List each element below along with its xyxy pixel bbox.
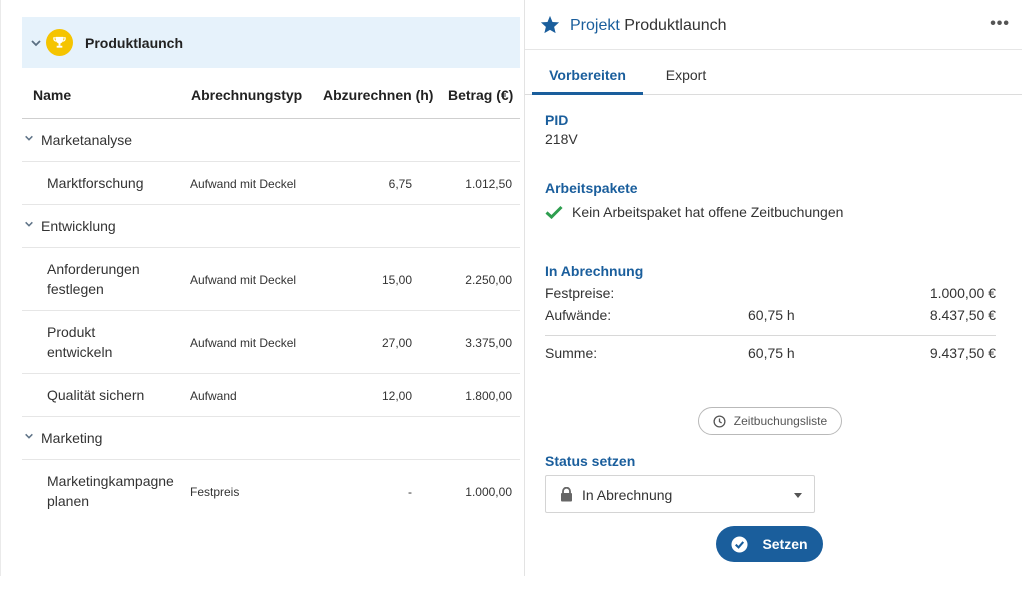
project-header[interactable]: Produktlaunch xyxy=(22,17,520,68)
pid-value: 218V xyxy=(545,131,578,147)
panel-title-name: Produktlaunch xyxy=(624,17,727,34)
clock-icon xyxy=(713,414,726,428)
set-status-button[interactable]: Setzen xyxy=(716,526,823,562)
table-row[interactable]: Produkt entwickeln Aufwand mit Deckel 27… xyxy=(22,311,520,374)
column-name[interactable]: Name xyxy=(33,87,71,103)
status-select-value: In Abrechnung xyxy=(582,487,673,503)
row-billing-type: Aufwand xyxy=(190,389,237,403)
row-billing-type: Festpreis xyxy=(190,485,240,499)
aufwaende-label: Aufwände: xyxy=(545,307,612,323)
tab-vorbereiten[interactable]: Vorbereiten xyxy=(532,50,643,95)
table-header: Name Abrechnungstyp Abzurechnen (h) Betr… xyxy=(22,72,520,119)
row-amount: 1.000,00 xyxy=(465,485,512,499)
row-amount: 2.250,00 xyxy=(465,273,512,287)
chevron-down-icon[interactable] xyxy=(24,133,34,143)
billing-label: In Abrechnung xyxy=(545,263,644,279)
check-circle-icon xyxy=(731,535,748,553)
project-name: Produktlaunch xyxy=(85,34,184,51)
row-name: Produkt entwickeln xyxy=(47,324,113,360)
row-name: Marketingkampagne planen xyxy=(47,473,174,509)
table-row[interactable]: Qualität sichern Aufwand 12,00 1.800,00 xyxy=(22,374,520,417)
chevron-down-icon[interactable] xyxy=(24,219,34,229)
column-hours[interactable]: Abzurechnen (h) xyxy=(323,87,433,103)
chevron-down-icon[interactable] xyxy=(30,37,42,49)
row-billing-type: Aufwand mit Deckel xyxy=(190,336,297,350)
billing-row-summe: Summe: 60,75 h 9.437,50 € xyxy=(545,345,996,365)
set-status-label: Setzen xyxy=(762,536,808,552)
summe-label: Summe: xyxy=(545,345,598,361)
panel-tabs: Vorbereiten Export xyxy=(525,50,1022,95)
row-hours: 6,75 xyxy=(388,177,412,191)
panel-title: Projekt Produktlaunch xyxy=(570,17,727,35)
arbeitspakete-label: Arbeitspakete xyxy=(545,180,638,196)
billing-row-aufwaende: Aufwände: 60,75 h 8.437,50 € xyxy=(545,307,996,327)
status-select[interactable]: In Abrechnung xyxy=(545,475,815,513)
more-options-icon[interactable]: ••• xyxy=(990,15,1010,33)
table-row[interactable]: Anforderungen festlegen Aufwand mit Deck… xyxy=(22,248,520,311)
chevron-down-icon[interactable] xyxy=(24,431,34,441)
billing-divider xyxy=(545,335,996,336)
row-name: Qualität sichern xyxy=(47,387,145,403)
summe-amount: 9.437,50 € xyxy=(929,345,996,361)
festpreise-label: Festpreise: xyxy=(545,285,615,301)
row-name: Anforderungen festlegen xyxy=(47,261,140,297)
status-label: Status setzen xyxy=(545,453,636,469)
row-billing-type: Aufwand mit Deckel xyxy=(190,273,297,287)
row-hours: - xyxy=(408,485,412,499)
row-hours: 12,00 xyxy=(381,389,412,403)
pid-label: PID xyxy=(545,112,569,128)
group-name: Marketanalyse xyxy=(41,132,133,148)
group-row-entwicklung[interactable]: Entwicklung xyxy=(22,205,520,248)
row-amount: 3.375,00 xyxy=(465,336,512,350)
row-amount: 1.800,00 xyxy=(465,389,512,403)
column-billing-type[interactable]: Abrechnungstyp xyxy=(191,87,302,103)
group-row-marketanalyse[interactable]: Marketanalyse xyxy=(22,119,520,162)
trophy-icon xyxy=(46,29,73,56)
row-hours: 15,00 xyxy=(381,273,412,287)
table-row[interactable]: Marktforschung Aufwand mit Deckel 6,75 1… xyxy=(22,162,520,205)
column-amount[interactable]: Betrag (€) xyxy=(448,87,513,103)
tab-export[interactable]: Export xyxy=(653,50,719,95)
table-row[interactable]: Marketingkampagne planen Festpreis - 1.0… xyxy=(22,460,520,523)
project-table-panel: Produktlaunch Name Abrechnungstyp Abzure… xyxy=(0,0,525,576)
checkmark-icon xyxy=(545,205,563,219)
row-amount: 1.012,50 xyxy=(465,177,512,191)
panel-header: Projekt Produktlaunch ••• xyxy=(525,0,1022,50)
project-detail-panel: Projekt Produktlaunch ••• Vorbereiten Ex… xyxy=(525,0,1022,576)
aufwaende-hours: 60,75 h xyxy=(748,307,795,323)
festpreise-amount: 1.000,00 € xyxy=(929,285,996,301)
group-row-marketing[interactable]: Marketing xyxy=(22,417,520,460)
zeitbuchungsliste-label: Zeitbuchungsliste xyxy=(733,414,828,428)
row-hours: 27,00 xyxy=(381,336,412,350)
aufwaende-amount: 8.437,50 € xyxy=(929,307,996,323)
zeitbuchungsliste-button[interactable]: Zeitbuchungsliste xyxy=(698,407,842,435)
row-name: Marktforschung xyxy=(47,175,144,191)
billing-row-festpreise: Festpreise: 1.000,00 € xyxy=(545,285,996,305)
arbeitspakete-status: Kein Arbeitspaket hat offene Zeitbuchung… xyxy=(545,204,843,220)
panel-title-prefix: Projekt xyxy=(570,17,620,34)
lock-icon xyxy=(561,487,572,502)
caret-down-icon xyxy=(794,493,802,498)
group-name: Entwicklung xyxy=(41,218,116,234)
group-name: Marketing xyxy=(41,430,103,446)
row-billing-type: Aufwand mit Deckel xyxy=(190,177,297,191)
arbeitspakete-status-text: Kein Arbeitspaket hat offene Zeitbuchung… xyxy=(572,204,844,220)
summe-hours: 60,75 h xyxy=(748,345,795,361)
star-icon[interactable] xyxy=(540,15,560,34)
